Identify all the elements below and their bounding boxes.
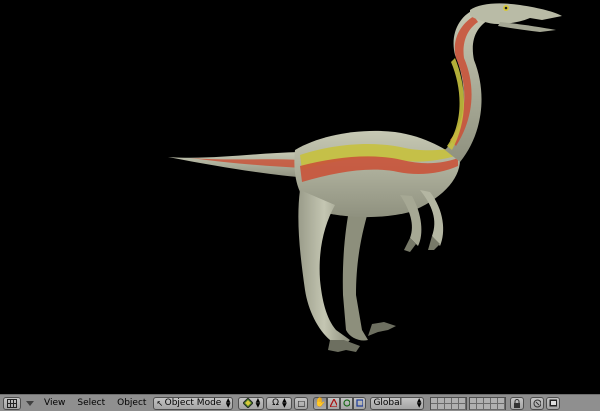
dotted-square-icon: □ — [297, 398, 306, 408]
mode-selector-value: Object Mode — [164, 397, 222, 408]
draw-type-button[interactable]: ▲ ▼ — [238, 396, 265, 410]
dropdown-arrows-icon: ▲ ▼ — [416, 397, 422, 409]
cursor-arrow-icon: ↖ — [156, 398, 164, 408]
orientation-selector-value: Global — [373, 397, 403, 408]
manipulator-toggle-button[interactable]: ✋ — [313, 396, 328, 410]
3d-viewport[interactable] — [0, 0, 600, 394]
layer-buttons-1[interactable] — [430, 396, 468, 410]
rotate-icon — [343, 399, 351, 407]
image-icon — [549, 399, 558, 407]
select-menu[interactable]: Select — [72, 396, 110, 411]
lock-icon — [514, 398, 521, 408]
scale-button[interactable] — [353, 396, 367, 410]
grid-icon — [7, 398, 17, 408]
view-menu[interactable]: View — [39, 396, 70, 411]
triangle-widget-icon — [330, 399, 338, 407]
dropdown-arrows-icon: ▲ ▼ — [282, 397, 287, 409]
3d-view-header: View Select Object ↖ Object Mode ▲ ▼ ▲ ▼ Ω… — [0, 394, 600, 411]
rotate-button[interactable] — [340, 396, 354, 410]
pivot-icon: Ω — [272, 397, 280, 408]
mode-selector[interactable]: ↖ Object Mode ▲ ▼ — [153, 396, 234, 410]
scale-icon — [356, 399, 364, 407]
blender-window: View Select Object ↖ Object Mode ▲ ▼ ▲ ▼ Ω… — [0, 0, 600, 411]
pivot-button[interactable]: Ω ▲ ▼ — [266, 396, 293, 410]
manipulator-group: ✋ — [313, 396, 367, 410]
orientation-selector[interactable]: Global ▲ ▼ — [370, 396, 425, 410]
dropdown-arrows-icon: ▲ ▼ — [255, 397, 261, 409]
menu-collapse-triangle-icon[interactable] — [26, 400, 34, 406]
translate-button[interactable] — [327, 396, 341, 410]
render-button[interactable] — [530, 396, 545, 410]
object-menu[interactable]: Object — [112, 396, 151, 411]
render-icon — [533, 399, 542, 407]
hand-icon: ✋ — [314, 397, 327, 408]
lock-layers-button[interactable] — [510, 396, 525, 410]
render-preview-button[interactable] — [546, 396, 561, 410]
editor-type-button[interactable] — [3, 396, 21, 410]
dropdown-arrows-icon: ▲ ▼ — [225, 397, 231, 409]
sphere-icon — [242, 398, 253, 408]
layer-buttons-2[interactable] — [469, 396, 507, 410]
pivot-option-button[interactable]: □ — [294, 396, 309, 410]
dinosaur-model — [168, 3, 562, 352]
